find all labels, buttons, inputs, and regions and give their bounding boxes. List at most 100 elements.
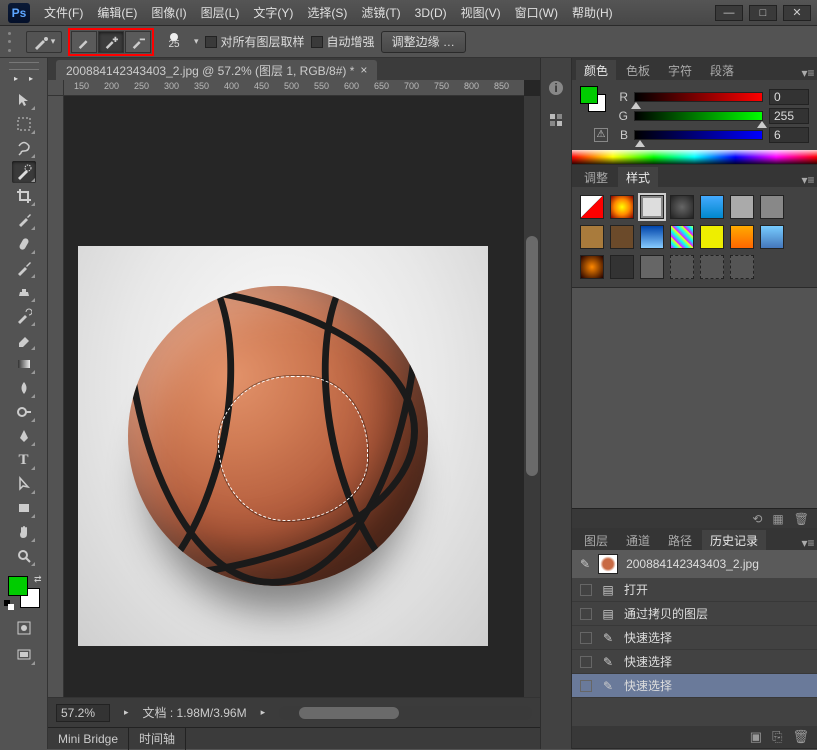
tab-mini-bridge[interactable]: Mini Bridge (48, 728, 129, 750)
window-close-button[interactable]: ✕ (783, 5, 811, 21)
tools-collapse-arrows[interactable]: ▸▸ (9, 74, 39, 84)
tool-eraser[interactable] (12, 329, 36, 351)
default-colors-icon[interactable] (4, 600, 14, 610)
panel-menu-icon[interactable]: ▾≡ (799, 536, 817, 550)
style-swatch[interactable] (640, 225, 664, 249)
history-brush-source-icon[interactable]: ✎ (580, 557, 590, 571)
info-icon[interactable]: i (546, 78, 566, 98)
trash-icon[interactable]: 🗑 (794, 512, 809, 526)
style-swatch[interactable] (760, 195, 784, 219)
value-r[interactable]: 0 (769, 89, 809, 105)
camera-icon[interactable]: ▣ (750, 729, 762, 745)
style-swatch[interactable] (700, 225, 724, 249)
style-swatch[interactable] (580, 255, 604, 279)
tab-color[interactable]: 颜色 (576, 60, 616, 80)
style-swatch[interactable] (580, 225, 604, 249)
style-swatch[interactable] (700, 195, 724, 219)
window-minimize-button[interactable]: — (715, 5, 743, 21)
tab-history[interactable]: 历史记录 (702, 530, 766, 550)
tools-grip[interactable] (9, 62, 39, 70)
menu-3d[interactable]: 3D(D) (409, 3, 453, 23)
style-swatch[interactable] (670, 255, 694, 279)
value-g[interactable]: 255 (769, 108, 809, 124)
mode-add-selection[interactable] (98, 31, 124, 53)
style-swatch[interactable] (580, 195, 604, 219)
tab-paragraph[interactable]: 段落 (702, 60, 742, 80)
tab-layers[interactable]: 图层 (576, 530, 616, 550)
mode-new-selection[interactable] (71, 31, 97, 53)
brush-size-picker[interactable]: 25 (160, 28, 188, 56)
tool-hand[interactable] (12, 521, 36, 543)
tool-quick-select[interactable] (12, 161, 36, 183)
menu-window[interactable]: 窗口(W) (509, 1, 564, 24)
slider-r[interactable] (634, 92, 763, 102)
history-item[interactable]: ✎快速选择 (572, 650, 817, 674)
vertical-scrollbar[interactable] (524, 96, 540, 697)
color-swatches[interactable]: ⇄ (8, 576, 40, 608)
history-item[interactable]: ▤打开 (572, 578, 817, 602)
window-maximize-button[interactable]: □ (749, 5, 777, 21)
style-swatch[interactable] (730, 225, 754, 249)
tool-dodge[interactable] (12, 401, 36, 423)
history-item[interactable]: ✎快速选择 (572, 626, 817, 650)
foreground-color[interactable] (8, 576, 28, 596)
menu-view[interactable]: 视图(V) (455, 1, 507, 24)
gamut-warning-icon[interactable]: ⚠ (594, 128, 608, 142)
canvas-viewport[interactable]: 150 200 250 300 350 400 450 500 550 600 … (48, 80, 540, 727)
tool-brush[interactable] (12, 257, 36, 279)
swap-colors-icon[interactable]: ⇄ (34, 574, 42, 585)
tool-crop[interactable] (12, 185, 36, 207)
mode-subtract-selection[interactable] (125, 31, 151, 53)
tab-swatches[interactable]: 色板 (618, 60, 658, 80)
menu-type[interactable]: 文字(Y) (247, 1, 299, 24)
slider-g[interactable] (634, 111, 763, 121)
style-swatch[interactable] (610, 225, 634, 249)
horizontal-ruler[interactable]: 150 200 250 300 350 400 450 500 550 600 … (64, 80, 524, 96)
screen-mode-toggle[interactable] (12, 644, 36, 666)
tool-marquee[interactable] (12, 113, 36, 135)
tool-pen[interactable] (12, 425, 36, 447)
tab-channels[interactable]: 通道 (618, 530, 658, 550)
style-swatch[interactable] (640, 195, 664, 219)
tab-paths[interactable]: 路径 (660, 530, 700, 550)
history-item[interactable]: ✎快速选择 (572, 674, 817, 698)
auto-enhance-checkbox[interactable]: 自动增强 (311, 33, 375, 50)
tool-move[interactable] (12, 89, 36, 111)
tab-timeline[interactable]: 时间轴 (129, 728, 186, 750)
style-swatch[interactable] (610, 195, 634, 219)
menu-filter[interactable]: 滤镜(T) (355, 1, 406, 24)
style-swatch[interactable] (730, 255, 754, 279)
new-snapshot-icon[interactable]: ⎘ (772, 729, 782, 745)
menu-help[interactable]: 帮助(H) (566, 1, 619, 24)
menu-select[interactable]: 选择(S) (301, 1, 353, 24)
vertical-ruler[interactable] (48, 96, 64, 697)
style-swatch[interactable] (760, 225, 784, 249)
history-snapshot-row[interactable]: ✎ 200884142343403_2.jpg (572, 550, 817, 578)
style-swatch[interactable] (610, 255, 634, 279)
history-item[interactable]: ▤通过拷贝的图层 (572, 602, 817, 626)
tool-type[interactable]: T (12, 449, 36, 471)
style-swatch[interactable] (670, 225, 694, 249)
horizontal-scrollbar[interactable] (279, 706, 532, 720)
panel-menu-icon[interactable]: ▾≡ (799, 173, 817, 187)
sample-all-layers-checkbox[interactable]: 对所有图层取样 (205, 33, 305, 50)
refine-edge-button[interactable]: 调整边缘 … (381, 31, 466, 53)
tool-clone[interactable] (12, 281, 36, 303)
link-icon[interactable]: ⟲ (752, 512, 762, 526)
menu-file[interactable]: 文件(F) (38, 1, 89, 24)
adjustments-icon[interactable] (546, 110, 566, 130)
close-icon[interactable]: × (360, 63, 367, 77)
panel-color-swatches[interactable] (580, 86, 606, 112)
tool-lasso[interactable] (12, 137, 36, 159)
options-grip[interactable] (8, 32, 16, 52)
menu-layer[interactable]: 图层(L) (195, 1, 246, 24)
menu-image[interactable]: 图像(I) (145, 1, 192, 24)
style-swatch[interactable] (640, 255, 664, 279)
tool-gradient[interactable] (12, 353, 36, 375)
panel-menu-icon[interactable]: ▾≡ (799, 66, 817, 80)
tab-styles[interactable]: 样式 (618, 167, 658, 187)
menu-edit[interactable]: 编辑(E) (91, 1, 143, 24)
canvas[interactable] (64, 96, 524, 697)
style-swatch[interactable] (670, 195, 694, 219)
style-swatch[interactable] (700, 255, 724, 279)
